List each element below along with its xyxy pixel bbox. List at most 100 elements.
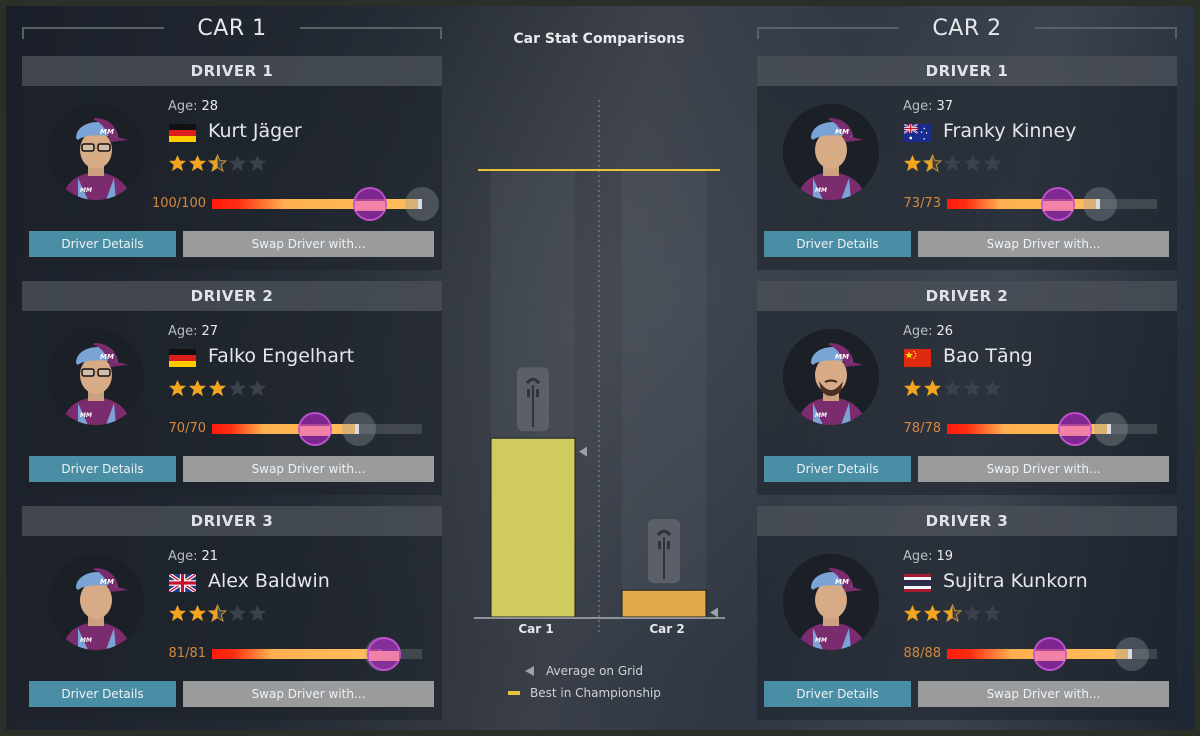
svg-text:MM: MM: [835, 578, 849, 586]
driver-slot-header: DRIVER 3: [22, 506, 442, 536]
driver-details-button[interactable]: Driver Details: [764, 456, 911, 482]
swap-driver-button[interactable]: Swap Driver with...: [183, 231, 434, 257]
energy-bar-fill: [947, 199, 1101, 209]
star-icon: [963, 154, 982, 177]
driver-card: DRIVER 2 MM MM Age: 27 Falko Engelhart 70/70 Dr…: [22, 281, 442, 495]
legend-item-best: Best in Championship: [504, 682, 661, 704]
energy-slider-handle[interactable]: [405, 187, 439, 221]
driver-details-button[interactable]: Driver Details: [29, 231, 176, 257]
energy-marker[interactable]: [1033, 637, 1067, 671]
star-icon: [248, 379, 267, 402]
energy-marker[interactable]: [367, 637, 401, 671]
driver-age: Age: 37: [903, 99, 953, 114]
star-icon: [943, 379, 962, 402]
swap-driver-button[interactable]: Swap Driver with...: [183, 681, 434, 707]
svg-text:MM: MM: [815, 187, 827, 194]
star-icon: [168, 604, 187, 627]
thailand-flag: [904, 574, 931, 592]
bar-car-1: [490, 437, 576, 618]
energy-marker[interactable]: [1058, 412, 1092, 446]
energy-value: 70/70: [168, 421, 206, 436]
driver-card: DRIVER 3 MM MM Age: 21 Alex Baldwin 81/81 Drive…: [22, 506, 442, 720]
legend-item-average: Average on Grid: [520, 660, 661, 682]
australia-flag: [904, 124, 931, 142]
swap-driver-button[interactable]: Swap Driver with...: [918, 456, 1169, 482]
energy-bar-fill: [212, 649, 383, 659]
energy-slider-handle[interactable]: [1115, 637, 1149, 671]
star-icon: [207, 603, 228, 627]
driver-age: Age: 19: [903, 549, 953, 564]
x-tick-label: Car 1: [518, 622, 553, 636]
energy-slider-handle[interactable]: [342, 412, 376, 446]
driver-slot-header: DRIVER 2: [22, 281, 442, 311]
chart-title: Car Stat Comparisons: [513, 31, 685, 47]
driver-details-button[interactable]: Driver Details: [29, 456, 176, 482]
energy-slider-handle[interactable]: [1083, 187, 1117, 221]
star-icon: [963, 379, 982, 402]
energy-value: 81/81: [168, 646, 206, 661]
star-icon: [188, 379, 207, 402]
star-icon: [188, 604, 207, 627]
energy-bar-fill: [212, 199, 422, 209]
star-icon: [942, 603, 963, 627]
energy-value: 88/88: [903, 646, 941, 661]
driver-details-button[interactable]: Driver Details: [764, 681, 911, 707]
star-icon: [923, 604, 942, 627]
bar-car-2: [621, 589, 707, 618]
star-icon: [168, 379, 187, 402]
driver-name: Bao Tāng: [943, 345, 1033, 367]
age-value: 19: [936, 549, 954, 564]
age-value: 21: [201, 549, 219, 564]
energy-marker[interactable]: [1041, 187, 1075, 221]
age-label: Age:: [903, 324, 933, 339]
driver-card: DRIVER 2 MM MM Age: 26 Bao Tāng 78/78 Driver De…: [757, 281, 1177, 495]
driver-slot-header: DRIVER 1: [757, 56, 1177, 86]
energy-slider-handle[interactable]: [1094, 412, 1128, 446]
swap-driver-button[interactable]: Swap Driver with...: [918, 231, 1169, 257]
energy-bar: [212, 199, 422, 209]
driver-details-button[interactable]: Driver Details: [764, 231, 911, 257]
swap-driver-button[interactable]: Swap Driver with...: [918, 681, 1169, 707]
driver-portrait: MM MM: [783, 104, 879, 200]
driver-details-button[interactable]: Driver Details: [29, 681, 176, 707]
driver-age: Age: 28: [168, 99, 218, 114]
age-value: 37: [936, 99, 954, 114]
car-stat-chart: Car 1 Car 2: [474, 100, 725, 636]
star-icon: [903, 379, 922, 402]
star-icon: [963, 604, 982, 627]
chart-legend: Average on Grid Best in Championship: [508, 660, 661, 704]
driver-star-rating: [168, 379, 267, 402]
star-icon: [903, 154, 922, 177]
age-label: Age:: [168, 324, 198, 339]
star-icon: [923, 379, 942, 402]
driver-name: Franky Kinney: [943, 120, 1077, 142]
star-icon: [207, 153, 228, 177]
driver-star-rating: [168, 603, 267, 627]
legend-label: Average on Grid: [546, 664, 644, 678]
star-icon: [983, 379, 1002, 402]
driver-name: Kurt Jäger: [208, 120, 302, 142]
star-icon: [188, 154, 207, 177]
star-icon: [208, 379, 227, 402]
driver-slot-header: DRIVER 3: [757, 506, 1177, 536]
energy-marker[interactable]: [298, 412, 332, 446]
average-marker-2: [710, 607, 718, 618]
driver-portrait: MM MM: [48, 104, 144, 200]
driver-card: DRIVER 1 MM MM Age: 28 Kurt Jäger 100/100 Drive…: [22, 56, 442, 270]
car-icon-2: [648, 519, 680, 584]
star-icon: [922, 153, 943, 177]
driver-portrait: MM MM: [48, 329, 144, 425]
driver-age: Age: 21: [168, 549, 218, 564]
triangle-left-icon: [520, 665, 540, 677]
swap-driver-button[interactable]: Swap Driver with...: [183, 456, 434, 482]
driver-card: DRIVER 1 MM MM Age: 37 Franky Kinney 73/73 Driv…: [757, 56, 1177, 270]
svg-text:MM: MM: [80, 637, 92, 644]
energy-value: 78/78: [903, 421, 941, 436]
driver-name: Alex Baldwin: [208, 570, 330, 592]
star-icon: [228, 154, 247, 177]
driver-slot-header: DRIVER 1: [22, 56, 442, 86]
germany-flag: [169, 349, 196, 367]
svg-text:MM: MM: [815, 412, 827, 419]
energy-marker[interactable]: [353, 187, 387, 221]
title-bracket-right: [300, 27, 442, 39]
